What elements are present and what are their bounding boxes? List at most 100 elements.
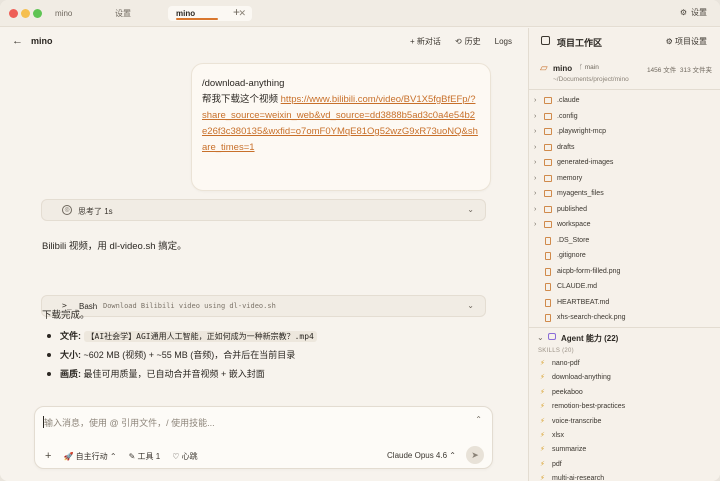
tab-label: mino — [55, 9, 73, 18]
file-tree: › .claude › .config › .playwright-mcp › drafts ›… — [529, 94, 720, 327]
chevron-right-icon[interactable]: › — [534, 221, 536, 228]
project-settings-button[interactable]: ⚙ 项目设置 — [666, 36, 707, 47]
chevron-down-icon: ⌄ — [537, 333, 544, 342]
zoom-window-button[interactable] — [33, 9, 42, 18]
file-tree-item[interactable]: CLAUDE.md — [529, 280, 720, 296]
file-name: HEARTBEAT.md — [557, 298, 610, 306]
lightning-icon: ⚡ — [540, 360, 545, 367]
chevron-right-icon[interactable]: › — [534, 128, 536, 135]
skill-item[interactable]: ⚡ nano-pdf — [529, 357, 720, 371]
app-settings-button[interactable]: ⚙ 设置 — [680, 7, 707, 18]
wrench-icon: ✎ — [128, 451, 136, 461]
back-arrow-icon[interactable]: ← — [12, 35, 23, 47]
folder-icon — [544, 174, 552, 182]
chat-header: ← mino + 新对话 ⟲ 历史 Logs — [0, 28, 527, 54]
dir-count: 313 文件夹 — [679, 67, 712, 74]
send-button[interactable]: ➤ — [466, 446, 484, 464]
new-chat-button[interactable]: + 新对话 — [410, 36, 441, 47]
minimize-window-button[interactable] — [21, 9, 30, 18]
rocket-icon: 🚀 — [63, 451, 74, 461]
chevron-right-icon[interactable]: › — [534, 144, 536, 151]
file-name: workspace — [557, 221, 591, 228]
history-icon: ⟲ — [454, 37, 462, 46]
chevron-right-icon[interactable]: › — [534, 159, 536, 166]
lightning-icon: ⚡ — [540, 446, 545, 454]
skill-name: summarize — [552, 446, 587, 454]
panel-header: 项目工作区 ⚙ 项目设置 — [529, 28, 720, 54]
assistant-reply: Bilibili 视频，用 dl-video.sh 搞定。 — [42, 241, 187, 252]
chevron-right-icon[interactable]: › — [534, 206, 536, 213]
file-tree-item[interactable]: › .claude — [529, 94, 720, 110]
folder-icon — [544, 159, 552, 166]
agent-abilities-header[interactable]: ⌄ Agent 能力 (22) — [529, 330, 720, 346]
file-tree-item[interactable]: › myagents_files — [529, 187, 720, 203]
skill-item[interactable]: ⚡ peekaboo — [529, 386, 720, 400]
message-composer[interactable]: 输入消息，使用 @ 引用文件，/ 使用技能... ⌃ + 🚀 自主行动 ⌃ ✎ … — [34, 406, 493, 469]
thinking-block[interactable]: ◎ 思考了 1s ⌄ — [41, 199, 486, 221]
detail-key: 画质: — [60, 369, 81, 379]
skill-item[interactable]: ⚡ voice-transcribe — [529, 415, 720, 429]
file-tree-item[interactable]: aicpb-form-filled.png — [529, 265, 720, 281]
skill-item[interactable]: ⚡ summarize — [529, 443, 720, 457]
skill-item[interactable]: ⚡ remotion-best-practices — [529, 400, 720, 414]
skill-item[interactable]: ⚡ pdf — [529, 458, 720, 472]
file-tree-item[interactable]: › generated-images — [529, 156, 720, 172]
skill-item[interactable]: ⚡ xlsx — [529, 429, 720, 443]
tools-button[interactable]: ✎ 工具 1 — [129, 451, 161, 462]
agent-abilities-label: Agent 能力 (22) — [561, 334, 619, 343]
logs-button[interactable]: Logs — [495, 36, 512, 47]
file-tree-item[interactable]: › memory — [529, 172, 720, 188]
file-tree-item[interactable]: .gitignore — [529, 249, 720, 265]
gear-icon: ⚙ — [679, 8, 687, 17]
file-name: .config — [557, 112, 578, 120]
heart-icon: ♡ — [172, 451, 180, 461]
file-name: memory — [557, 174, 583, 182]
folder-icon: ▱ — [540, 63, 548, 74]
project-name: mino — [553, 64, 573, 73]
skill-item[interactable]: ⚡ multi-ai-research — [529, 472, 720, 481]
file-tree-item[interactable]: › .playwright-mcp — [529, 125, 720, 141]
chevron-right-icon[interactable]: › — [534, 190, 536, 197]
chevron-right-icon[interactable]: › — [534, 97, 536, 104]
file-name: .claude — [557, 97, 580, 104]
folder-icon — [544, 112, 552, 120]
folder-icon — [544, 97, 552, 104]
chevron-right-icon[interactable]: › — [534, 113, 536, 120]
folder-icon — [544, 128, 552, 135]
file-tree-item[interactable]: › drafts — [529, 141, 720, 157]
branch-name: main — [584, 64, 599, 71]
file-tree-item[interactable]: › workspace — [529, 218, 720, 234]
panel-title: 项目工作区 — [557, 38, 603, 48]
bash-tool-block[interactable]: >_ Bash Download Bilibili video using dl… — [41, 295, 486, 317]
sidebar-icon[interactable] — [541, 36, 550, 45]
close-window-button[interactable] — [9, 9, 18, 18]
list-item: 文件: 【AI社会学】AGI通用人工智能，正如何成为一种新宗教？.mp4 — [47, 328, 317, 347]
active-tab-indicator — [176, 18, 218, 20]
list-item: 画质: 最佳可用质量，已自动合并音视频 + 嵌入封面 — [47, 366, 317, 385]
file-tree-item[interactable]: › .config — [529, 110, 720, 126]
file-tree-item[interactable]: xhs-search-check.png — [529, 311, 720, 327]
chevron-right-icon[interactable]: › — [534, 175, 536, 182]
model-selector[interactable]: Claude Opus 4.6 ⌃ — [387, 451, 456, 460]
file-tree-item[interactable]: › published — [529, 203, 720, 219]
file-tree-item[interactable]: .DS_Store — [529, 234, 720, 250]
branch-label: ᚴ main — [579, 64, 599, 71]
chevron-up-icon[interactable]: ⌃ — [475, 415, 482, 424]
history-label: 历史 — [464, 37, 481, 46]
detail-value: ~602 MB (视频) + ~55 MB (音频)，合并后在当前目录 — [83, 350, 296, 360]
app-window: mino 设置 mino ✕ + ⚙ 设置 ← mino + 新对话 ⟲ 历史 L… — [0, 0, 720, 481]
mode-selector[interactable]: 🚀 自主行动 ⌃ — [63, 451, 116, 462]
gear-icon: ⚙ — [665, 37, 673, 46]
tab-mino-1[interactable]: mino — [47, 6, 107, 21]
chat-title: mino — [31, 36, 53, 46]
history-button[interactable]: ⟲ 历史 — [455, 36, 481, 47]
add-tab-button[interactable]: + — [233, 5, 240, 19]
heartbeat-button[interactable]: ♡ 心跳 — [172, 451, 197, 462]
skill-item[interactable]: ⚡ download-anything — [529, 371, 720, 385]
tab-settings[interactable]: 设置 — [107, 6, 167, 21]
file-name: aicpb-form-filled.png — [557, 267, 621, 275]
file-tree-item[interactable]: HEARTBEAT.md — [529, 296, 720, 312]
mode-label: 自主行动 — [75, 451, 108, 461]
attach-button[interactable]: + — [45, 450, 51, 462]
message-input[interactable]: 输入消息，使用 @ 引用文件，/ 使用技能... — [44, 416, 215, 429]
